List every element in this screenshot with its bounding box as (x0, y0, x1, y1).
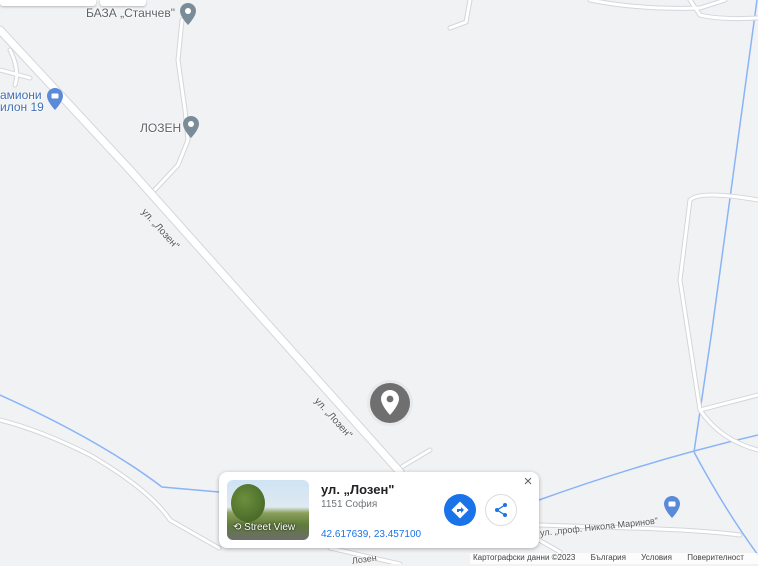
country-link[interactable]: България (591, 553, 626, 562)
share-icon (495, 503, 507, 517)
place-label-kamioni-line2[interactable]: илон 19 (0, 100, 44, 114)
place-pin-icon[interactable] (183, 116, 199, 138)
thumbnail-tree (231, 484, 265, 522)
street-view-icon: ⟲ (233, 522, 242, 533)
close-button[interactable]: × (521, 474, 535, 489)
share-button[interactable] (485, 494, 517, 526)
location-title: ул. „Лозен" (321, 482, 395, 497)
map-data-text: Картографски данни ©2023 (473, 553, 576, 562)
location-info-card[interactable]: ⟲ Street View ул. „Лозен" 1151 София 42.… (219, 472, 539, 548)
shopping-pin-icon[interactable] (664, 496, 680, 518)
street-view-caption: ⟲ Street View (233, 522, 295, 533)
street-view-label: Street View (244, 522, 296, 533)
place-pin-icon[interactable] (180, 3, 196, 25)
directions-icon (451, 501, 469, 519)
location-coordinates[interactable]: 42.617639, 23.457100 (321, 529, 421, 540)
place-label-baza-stanchev[interactable]: БАЗА „Станчев" (86, 6, 175, 20)
location-subtitle: 1151 София (321, 499, 378, 510)
shopping-pin-icon[interactable] (47, 88, 63, 110)
top-control-left[interactable] (0, 0, 96, 6)
terms-link[interactable]: Условия (641, 553, 672, 562)
directions-button[interactable] (444, 494, 476, 526)
street-view-thumbnail[interactable]: ⟲ Street View (227, 480, 309, 540)
map-attribution: Картографски данни ©2023 България Услови… (470, 553, 758, 564)
selected-location-marker-icon[interactable] (366, 379, 414, 427)
privacy-link[interactable]: Поверителност (687, 553, 744, 562)
place-label-lozen[interactable]: ЛОЗЕН (140, 121, 181, 135)
